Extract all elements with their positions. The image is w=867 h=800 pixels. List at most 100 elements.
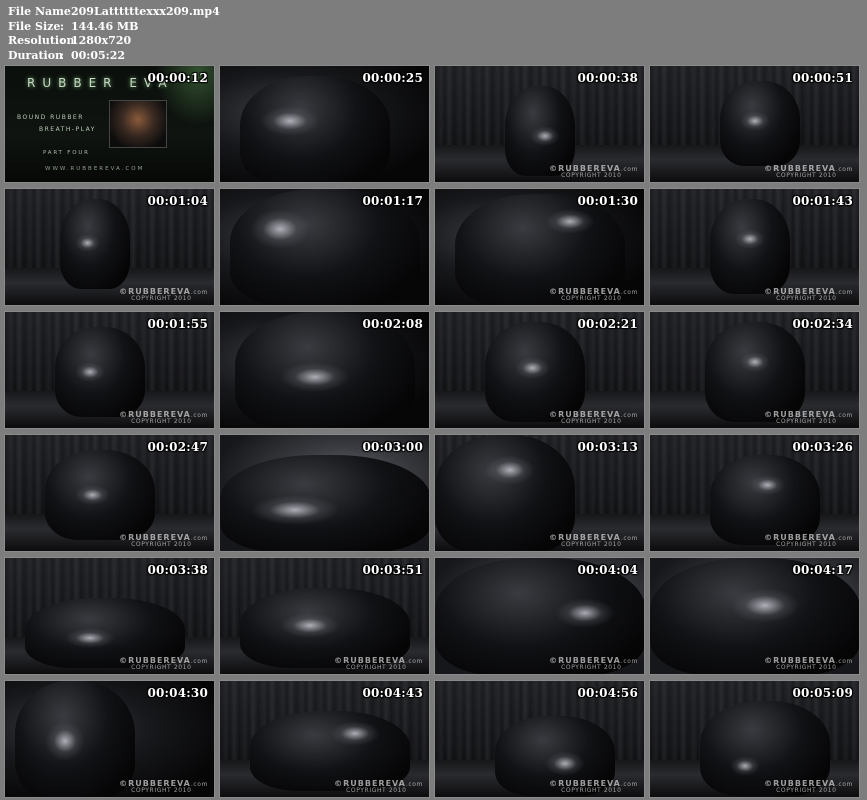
video-thumbnail[interactable]: ©RUBBEREVA.com COPYRIGHT 2010 00:03:13 — [434, 434, 645, 552]
watermark: ©RUBBEREVA.com COPYRIGHT 2010 — [764, 657, 853, 671]
video-thumbnail[interactable]: ©RUBBEREVA.com COPYRIGHT 2010 00:05:09 — [649, 680, 860, 798]
title-card-url: WWW.RUBBEREVA.COM — [45, 166, 145, 172]
watermark-suffix: .com — [835, 535, 853, 542]
thumbnail-timestamp: 00:01:17 — [362, 194, 423, 208]
watermark-copyright: COPYRIGHT 2010 — [131, 418, 192, 425]
watermark-copyright: COPYRIGHT 2010 — [776, 418, 837, 425]
duration-row: Duration : 00:05:22 — [8, 49, 220, 64]
thumbnail-timestamp: 00:02:08 — [362, 317, 423, 331]
separator: : — [60, 34, 65, 47]
video-thumbnail[interactable]: 00:03:00 — [219, 434, 430, 552]
video-thumbnail[interactable]: ©RUBBEREVA.com COPYRIGHT 2010 00:02:47 — [4, 434, 215, 552]
watermark-suffix: .com — [620, 781, 638, 788]
video-thumbnail[interactable]: ©RUBBEREVA.com COPYRIGHT 2010 00:00:38 — [434, 65, 645, 183]
video-thumbnail[interactable]: ©RUBBEREVA.com COPYRIGHT 2010 00:04:56 — [434, 680, 645, 798]
watermark-suffix: .com — [190, 535, 208, 542]
scene-figure — [710, 455, 820, 545]
video-thumbnail[interactable]: 00:01:17 — [219, 188, 430, 306]
scene-highlight — [485, 455, 535, 485]
video-thumbnail[interactable]: ©RUBBEREVA.com COPYRIGHT 2010 00:01:55 — [4, 311, 215, 429]
thumbnail-timestamp: 00:00:25 — [362, 71, 423, 85]
watermark: ©RUBBEREVA.com COPYRIGHT 2010 — [549, 534, 638, 548]
file-name-label: File Name — [8, 5, 71, 18]
scene-highlight — [515, 357, 550, 379]
watermark: ©RUBBEREVA.com COPYRIGHT 2010 — [764, 411, 853, 425]
video-thumbnail[interactable]: ©RUBBEREVA.com COPYRIGHT 2010 00:03:26 — [649, 434, 860, 552]
scene-highlight — [65, 628, 115, 648]
duration-label: Duration — [8, 48, 64, 62]
watermark: ©RUBBEREVA.com COPYRIGHT 2010 — [549, 411, 638, 425]
thumbnail-timestamp: 00:04:17 — [792, 563, 853, 577]
thumbnail-timestamp: 00:03:13 — [577, 440, 638, 454]
file-size-label: File Size — [8, 19, 61, 33]
video-thumbnail[interactable]: ©RUBBEREVA.com COPYRIGHT 2010 00:04:17 — [649, 557, 860, 675]
video-thumbnail[interactable]: ©RUBBEREVA.com COPYRIGHT 2010 00:04:04 — [434, 557, 645, 675]
watermark-copyright: COPYRIGHT 2010 — [561, 664, 622, 671]
thumbnail-timestamp: 00:04:56 — [577, 686, 638, 700]
scene-highlight — [330, 721, 380, 746]
thumbnail-grid: RUBBER EVA BOUND RUBBER BREATH-PLAY PART FO… — [4, 65, 860, 798]
thumbnail-timestamp: 00:05:09 — [792, 686, 853, 700]
scene-highlight — [530, 126, 560, 146]
video-thumbnail[interactable]: 00:02:08 — [219, 311, 430, 429]
watermark-suffix: .com — [190, 289, 208, 296]
scene-highlight — [75, 485, 110, 505]
thumbnail-timestamp: 00:04:30 — [147, 686, 208, 700]
watermark-copyright: COPYRIGHT 2010 — [131, 295, 192, 302]
video-thumbnail[interactable]: ©RUBBEREVA.com COPYRIGHT 2010 00:02:21 — [434, 311, 645, 429]
watermark-copyright: COPYRIGHT 2010 — [561, 787, 622, 794]
watermark: ©RUBBEREVA.com COPYRIGHT 2010 — [549, 288, 638, 302]
watermark: ©RUBBEREVA.com COPYRIGHT 2010 — [119, 288, 208, 302]
thumbnail-timestamp: 00:00:51 — [792, 71, 853, 85]
thumbnail-timestamp: 00:02:47 — [147, 440, 208, 454]
thumbnail-timestamp: 00:03:00 — [362, 440, 423, 454]
file-info-panel: File Name : 209Lattttttexxx209.mp4 File … — [8, 5, 220, 63]
watermark: ©RUBBEREVA.com COPYRIGHT 2010 — [119, 657, 208, 671]
separator: : — [60, 5, 65, 18]
watermark-copyright: COPYRIGHT 2010 — [776, 664, 837, 671]
thumbnail-timestamp: 00:03:38 — [147, 563, 208, 577]
scene-highlight — [250, 209, 310, 249]
scene-highlight — [280, 613, 340, 638]
scene-highlight — [555, 598, 615, 628]
scene-highlight — [735, 229, 765, 249]
watermark-copyright: COPYRIGHT 2010 — [561, 541, 622, 548]
watermark: ©RUBBEREVA.com COPYRIGHT 2010 — [334, 657, 423, 671]
video-thumbnail[interactable]: ©RUBBEREVA.com COPYRIGHT 2010 00:02:34 — [649, 311, 860, 429]
title-card-photo — [109, 100, 167, 148]
watermark-copyright: COPYRIGHT 2010 — [776, 541, 837, 548]
video-thumbnail[interactable]: ©RUBBEREVA.com COPYRIGHT 2010 00:01:04 — [4, 188, 215, 306]
thumbnail-timestamp: 00:01:30 — [577, 194, 638, 208]
watermark: ©RUBBEREVA.com COPYRIGHT 2010 — [549, 657, 638, 671]
watermark-suffix: .com — [620, 412, 638, 419]
scene-highlight — [730, 588, 800, 623]
video-thumbnail[interactable]: ©RUBBEREVA.com COPYRIGHT 2010 00:03:38 — [4, 557, 215, 675]
resolution-label: Resolution — [8, 34, 75, 47]
video-thumbnail[interactable]: 00:00:25 — [219, 65, 430, 183]
file-size-row: File Size : 144.46 MB — [8, 20, 220, 35]
scene-highlight — [740, 111, 770, 131]
video-thumbnail[interactable]: ©RUBBEREVA.com COPYRIGHT 2010 00:01:43 — [649, 188, 860, 306]
watermark: ©RUBBEREVA.com COPYRIGHT 2010 — [119, 534, 208, 548]
watermark-suffix: .com — [835, 781, 853, 788]
watermark-suffix: .com — [190, 781, 208, 788]
video-thumbnail[interactable]: ©RUBBEREVA.com COPYRIGHT 2010 00:04:43 — [219, 680, 430, 798]
video-thumbnail[interactable]: ©RUBBEREVA.com COPYRIGHT 2010 00:00:51 — [649, 65, 860, 183]
watermark-copyright: COPYRIGHT 2010 — [131, 664, 192, 671]
thumbnail-timestamp: 00:04:43 — [362, 686, 423, 700]
thumbnail-timestamp: 00:02:21 — [577, 317, 638, 331]
video-thumbnail[interactable]: ©RUBBEREVA.com COPYRIGHT 2010 00:01:30 — [434, 188, 645, 306]
separator: : — [60, 48, 65, 62]
scene-figure — [705, 322, 805, 422]
title-card-line-1: BOUND RUBBER — [17, 114, 84, 121]
resolution-value: 1280x720 — [71, 34, 132, 47]
thumbnail-timestamp: 00:00:38 — [577, 71, 638, 85]
scene-highlight — [730, 756, 760, 776]
watermark-copyright: COPYRIGHT 2010 — [561, 418, 622, 425]
video-thumbnail[interactable]: RUBBER EVA BOUND RUBBER BREATH-PLAY PART FO… — [4, 65, 215, 183]
watermark: ©RUBBEREVA.com COPYRIGHT 2010 — [764, 165, 853, 179]
scene-figure — [240, 76, 390, 182]
thumbnail-timestamp: 00:01:43 — [792, 194, 853, 208]
video-thumbnail[interactable]: ©RUBBEREVA.com COPYRIGHT 2010 00:03:51 — [219, 557, 430, 675]
video-thumbnail[interactable]: ©RUBBEREVA.com COPYRIGHT 2010 00:04:30 — [4, 680, 215, 798]
